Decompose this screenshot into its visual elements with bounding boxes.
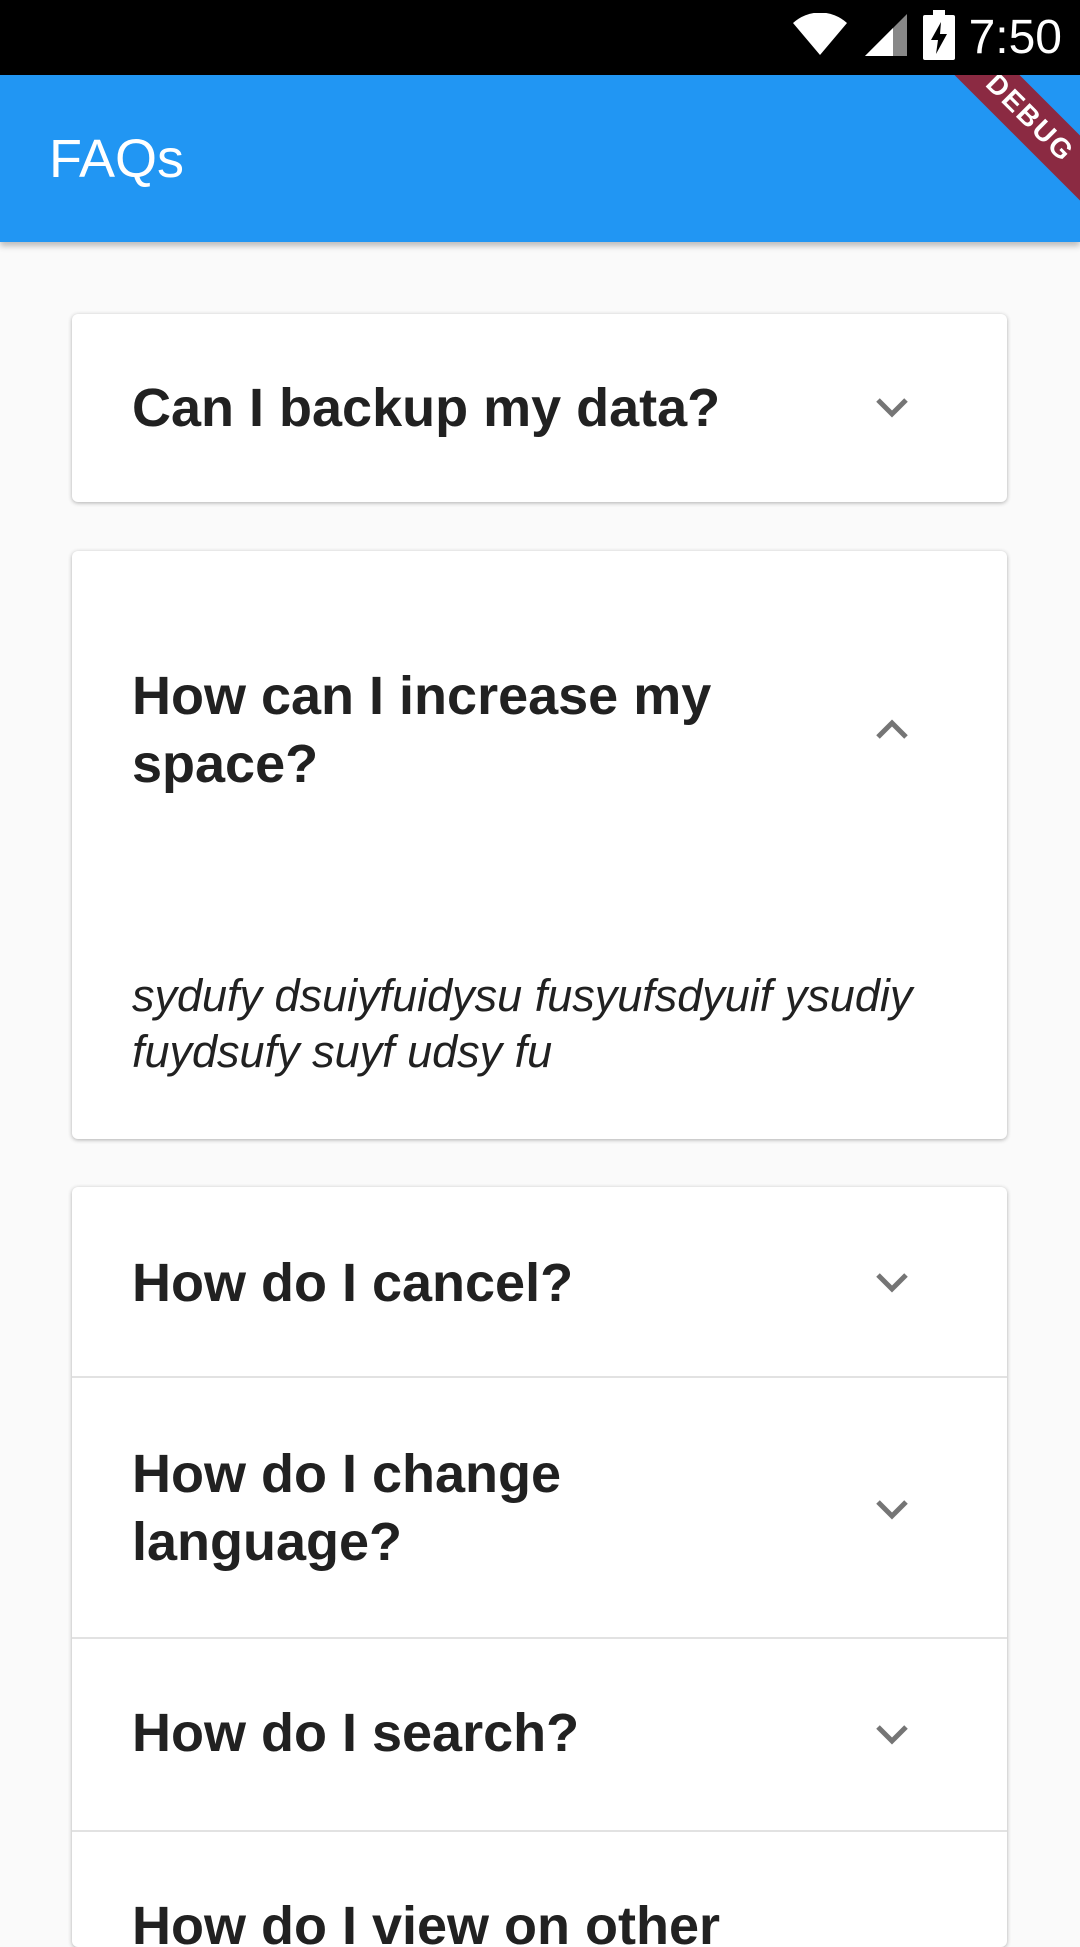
chevron-up-icon[interactable] (872, 709, 912, 749)
chevron-down-icon[interactable] (872, 1490, 912, 1530)
faq-item-space[interactable]: How can I increase my space? sydufy dsui… (72, 551, 1007, 1139)
faq-item-language[interactable]: How do I change language? (72, 1378, 1007, 1639)
chevron-down-icon[interactable] (872, 1263, 912, 1303)
faq-question: Can I backup my data? (132, 378, 721, 438)
debug-banner: DEBUG (921, 75, 1080, 227)
wifi-icon (791, 12, 849, 62)
faq-answer: sydufy dsuiyfuidysu fusyufsdyuif ysudiy … (132, 970, 913, 1077)
status-icons: 7:50 (791, 0, 1062, 75)
status-bar: 7:50 (0, 0, 1080, 75)
faq-question: How do I search? (132, 1703, 580, 1763)
chevron-down-icon[interactable] (872, 388, 912, 428)
faq-item-cancel[interactable]: How do I cancel? (72, 1187, 1007, 1378)
page-title: FAQs (49, 129, 185, 189)
app-bar: FAQs DEBUG (0, 75, 1080, 242)
battery-charging-icon (922, 10, 955, 65)
faq-card: How do I cancel? How do I change languag… (72, 1187, 1007, 1947)
faq-card: Can I backup my data? (72, 314, 1007, 502)
faq-card: How can I increase my space? sydufy dsui… (72, 551, 1007, 1139)
faq-item-search[interactable]: How do I search? (72, 1639, 1007, 1832)
faq-question: How do I change language? (132, 1444, 562, 1572)
faq-item-view[interactable]: How do I view on other (72, 1832, 1007, 1947)
faq-question: How can I increase my space? (132, 666, 712, 794)
faq-item-backup[interactable]: Can I backup my data? (72, 314, 1007, 502)
faq-question: How do I cancel? (132, 1253, 574, 1313)
signal-icon (863, 12, 909, 63)
status-time: 7:50 (968, 11, 1062, 64)
chevron-down-icon[interactable] (872, 1715, 912, 1755)
